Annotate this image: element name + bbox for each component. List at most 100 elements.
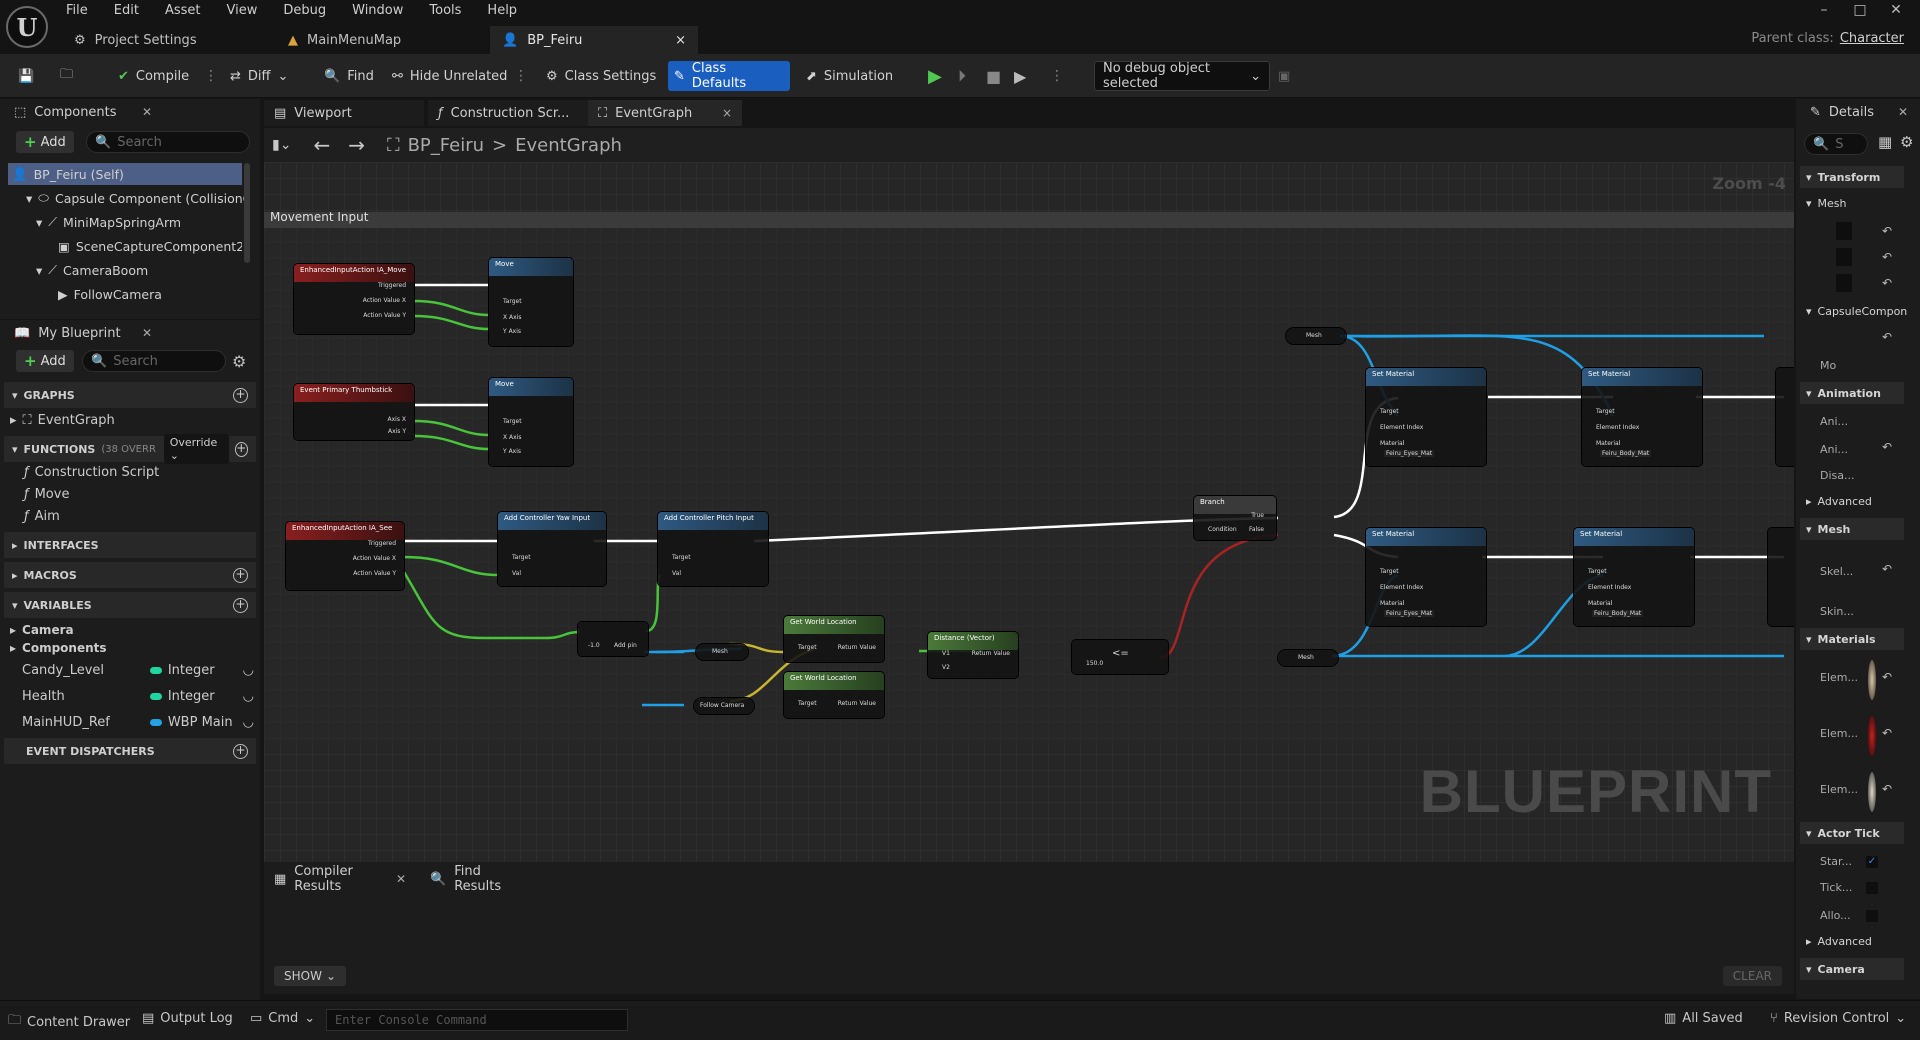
menu-view[interactable]: View [227, 3, 258, 21]
find-button[interactable]: 🔍 Find [318, 61, 380, 91]
macros-section[interactable]: ▸ MACROS + [4, 562, 256, 588]
back-arrow-icon[interactable]: ← [313, 133, 330, 157]
node-get-world-location-1[interactable]: Get World Location Target Return Value [784, 616, 884, 662]
step-icon[interactable]: ⏵ [952, 61, 972, 91]
node-event-ia-move[interactable]: EnhancedInputAction IA_Move Triggered Ac… [294, 264, 414, 334]
close-icon[interactable]: ✕ [1898, 105, 1908, 119]
menu-edit[interactable]: Edit [114, 3, 139, 21]
pin-element-index[interactable]: Element Index [1380, 424, 1423, 431]
content-drawer-button[interactable]: 🗀 Content Drawer [8, 1011, 130, 1033]
my-blueprint-search-input[interactable]: 🔍 Search [82, 350, 226, 372]
node-multiply[interactable]: -1.0 Add pin [578, 622, 648, 656]
tree-item-scenecapture[interactable]: ▣ SceneCaptureComponent2D [58, 235, 242, 257]
play-menu-icon[interactable]: ⋮ [1050, 68, 1064, 84]
interfaces-section[interactable]: ▸ INTERFACES [4, 532, 256, 558]
add-member-button[interactable]: + Add [16, 350, 74, 372]
reset-icon[interactable]: ↶ [1882, 330, 1892, 344]
reset-icon[interactable]: ↶ [1882, 276, 1892, 290]
pin-element-index[interactable]: Element Index [1380, 584, 1423, 591]
clear-button[interactable]: CLEAR [1722, 966, 1782, 986]
checkbox-tick[interactable] [1866, 882, 1878, 894]
pin-action-value-y[interactable]: Action Value Y [363, 312, 406, 319]
settings-gear-icon[interactable]: ⚙ [232, 352, 246, 371]
reset-icon[interactable]: ↶ [1882, 782, 1892, 796]
maximize-button[interactable]: □ [1842, 2, 1878, 18]
minimize-button[interactable]: – [1806, 2, 1842, 18]
details-section-animation[interactable]: ▾ Animation [1800, 382, 1904, 404]
pin-target[interactable]: Target [503, 298, 522, 305]
menu-file[interactable]: File [66, 3, 88, 21]
diff-button[interactable]: ⇄ Diff ⌄ [224, 61, 294, 91]
scrollbar[interactable] [244, 163, 250, 263]
pin-neg-value[interactable]: -1.0 [588, 642, 600, 649]
pin-target[interactable]: Target [1596, 408, 1615, 415]
visibility-eye-icon[interactable]: ◡ [243, 715, 254, 730]
tree-item-followcamera[interactable]: ▶ FollowCamera [58, 283, 242, 305]
node-set-material-6[interactable] [1768, 528, 1794, 626]
pin-x-axis[interactable]: X Axis [503, 314, 521, 321]
visibility-eye-icon[interactable]: ◡ [243, 663, 254, 678]
add-dispatcher-button[interactable]: + [233, 743, 248, 759]
console-command-input[interactable]: Enter Console Command [326, 1009, 628, 1031]
node-move-1[interactable]: Move Target X Axis Y Axis [489, 258, 573, 346]
node-mesh-ref-3[interactable]: Mesh [1278, 650, 1338, 666]
pin-triggered[interactable]: Triggered [378, 282, 406, 289]
close-icon[interactable]: ✕ [142, 105, 152, 119]
add-function-button[interactable]: + [234, 441, 249, 457]
forward-arrow-icon[interactable]: → [348, 133, 365, 157]
function-item-construction-script[interactable]: ƒ Construction Script [24, 462, 159, 482]
pin-element-index[interactable]: Element Index [1588, 584, 1631, 591]
pin-condition[interactable]: Condition [1208, 526, 1237, 533]
pin-material[interactable]: Material [1588, 600, 1612, 607]
node-add-controller-yaw-input[interactable]: Add Controller Yaw Input Target Val [498, 512, 606, 586]
cmd-dropdown[interactable]: ▭ Cmd ⌄ [250, 1011, 315, 1026]
reset-icon[interactable]: ↶ [1882, 562, 1892, 576]
node-distance-vector[interactable]: Distance (Vector) V1 V2 Return Value [928, 632, 1018, 678]
material-value[interactable]: Feiru_Body_Mat [1592, 610, 1644, 617]
variable-candy-level[interactable]: Candy_Level Integer ◡ [22, 660, 254, 680]
parent-class-link[interactable]: Character [1840, 31, 1904, 46]
more-options-icon[interactable]: ⋮ [514, 68, 528, 84]
close-icon[interactable]: × [675, 33, 686, 48]
doc-tab-bp-feiru[interactable]: 👤 BP_Feiru × [490, 26, 698, 54]
menu-tools[interactable]: Tools [429, 3, 461, 21]
doc-tab-project-settings[interactable]: ⚙ Project Settings [62, 26, 209, 54]
pin-y-axis[interactable]: Y Axis [503, 328, 521, 335]
details-section-materials[interactable]: ▾ Materials [1800, 628, 1904, 650]
pin-target[interactable]: Target [672, 554, 691, 561]
bookmark-icon[interactable]: ▮⌄ [272, 137, 291, 153]
transform-field[interactable] [1836, 274, 1852, 292]
tab-construction-script[interactable]: ƒ Construction Scr... [428, 100, 588, 126]
pin-action-value-x[interactable]: Action Value X [363, 297, 406, 304]
menu-asset[interactable]: Asset [165, 3, 201, 21]
pin-target[interactable]: Target [1380, 408, 1399, 415]
compile-button[interactable]: ✔ Compile [112, 61, 195, 91]
details-section-mesh-2[interactable]: ▾ Mesh [1800, 518, 1904, 540]
play-icon[interactable]: ▶ [922, 61, 948, 91]
pin-target[interactable]: Target [503, 418, 522, 425]
grid-view-icon[interactable]: ▦ [1878, 133, 1892, 151]
hide-unrelated-button[interactable]: ⚯ Hide Unrelated [386, 61, 513, 91]
node-get-world-location-2[interactable]: Get World Location Target Return Value [784, 672, 884, 718]
visibility-eye-icon[interactable]: ◡ [243, 689, 254, 704]
play-options-icon[interactable]: ▶ [1008, 61, 1032, 91]
variable-mainhud-ref[interactable]: MainHUD_Ref WBP Main ◡ [22, 712, 254, 732]
output-log-button[interactable]: ▤ Output Log [142, 1011, 233, 1026]
node-follow-camera-ref[interactable]: Follow Camera [694, 698, 754, 714]
add-component-button[interactable]: + Add [16, 131, 74, 153]
node-mesh-ref-2[interactable]: Mesh [1286, 328, 1346, 344]
pin-return-value[interactable]: Return Value [838, 644, 876, 651]
unreal-logo-icon[interactable]: U [6, 6, 48, 48]
add-macro-button[interactable]: + [233, 567, 248, 583]
pin-target[interactable]: Target [798, 644, 817, 651]
reset-icon[interactable]: ↶ [1882, 440, 1892, 454]
tab-eventgraph[interactable]: ⛶ EventGraph × [588, 100, 742, 126]
tab-compiler-results[interactable]: ▦ Compiler Results ✕ [264, 864, 416, 894]
graphs-section[interactable]: ▾ GRAPHS + [4, 382, 256, 408]
tree-item-capsule[interactable]: ▾ ⬭ Capsule Component (CollisionCy [26, 187, 244, 209]
pin-threshold[interactable]: 150.0 [1086, 660, 1103, 667]
details-tab[interactable]: ✎ Details ✕ [1800, 99, 1918, 125]
revision-control-button[interactable]: ⑂ Revision Control ⌄ [1770, 1011, 1906, 1026]
reset-icon[interactable]: ↶ [1882, 250, 1892, 264]
menu-debug[interactable]: Debug [283, 3, 326, 21]
